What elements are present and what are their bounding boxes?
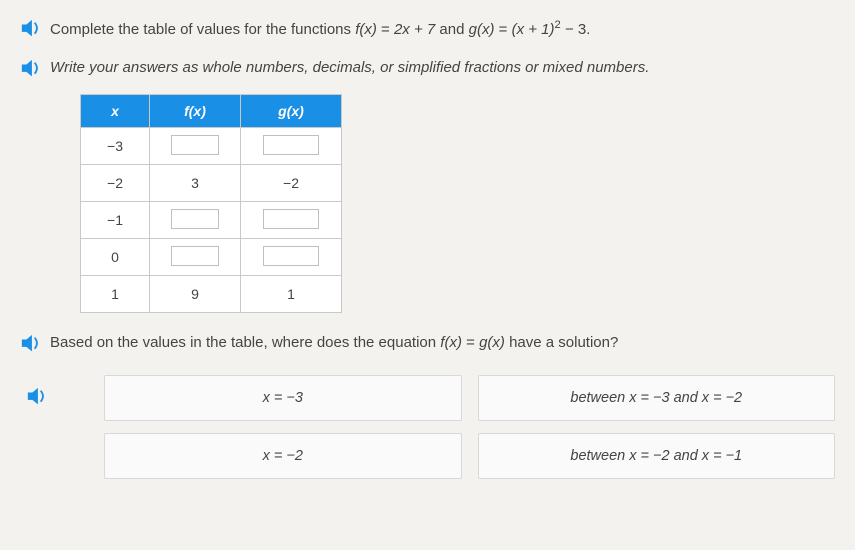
- prompt-3-text: Based on the values in the table, where …: [50, 331, 618, 355]
- prompt-1-row: Complete the table of values for the fun…: [20, 16, 835, 42]
- prompt-3-suffix: have a solution?: [509, 334, 618, 351]
- g-rhs-tail: − 3: [561, 21, 586, 38]
- fx-cell: [150, 128, 241, 165]
- table-row: 1 9 1: [81, 276, 342, 313]
- option-b-label: between x = −3 and x = −2: [570, 390, 742, 406]
- x-cell: −3: [81, 128, 150, 165]
- option-a-label: x = −3: [263, 390, 303, 406]
- f-lhs: f(x): [355, 21, 377, 38]
- table-row: −2 3 −2: [81, 165, 342, 202]
- options-grid: x = −3 between x = −3 and x = −2 x = −2 …: [104, 375, 835, 479]
- fx-input[interactable]: [171, 135, 219, 155]
- gx-cell: [241, 128, 342, 165]
- gx-input[interactable]: [263, 209, 319, 229]
- x-cell: 0: [81, 239, 150, 276]
- table-header-row: x f(x) g(x): [81, 95, 342, 128]
- values-table-wrap: x f(x) g(x) −3 −2 3 −2 −1 0: [80, 94, 835, 313]
- speaker-icon[interactable]: [20, 334, 42, 352]
- speaker-icon[interactable]: [20, 59, 42, 77]
- eq-right: g(x): [479, 334, 505, 351]
- g-rhs-base: (x + 1): [512, 21, 555, 38]
- prompt-2-content: Write your answers as whole numbers, dec…: [50, 59, 649, 76]
- fx-cell: 9: [150, 276, 241, 313]
- speaker-icon[interactable]: [20, 19, 42, 37]
- option-d[interactable]: between x = −2 and x = −1: [478, 433, 836, 479]
- prompt-1-text: Complete the table of values for the fun…: [50, 16, 590, 42]
- prompt-3-row: Based on the values in the table, where …: [20, 331, 835, 355]
- prompt-1-mid: and: [439, 21, 468, 38]
- option-c[interactable]: x = −2: [104, 433, 462, 479]
- gx-cell: −2: [241, 165, 342, 202]
- options-row: x = −3 between x = −3 and x = −2 x = −2 …: [20, 369, 835, 479]
- fx-cell: [150, 239, 241, 276]
- option-d-label: between x = −2 and x = −1: [570, 448, 742, 464]
- table-row: −1: [81, 202, 342, 239]
- fx-cell: [150, 202, 241, 239]
- fx-input[interactable]: [171, 246, 219, 266]
- values-table: x f(x) g(x) −3 −2 3 −2 −1 0: [80, 94, 342, 313]
- col-header-fx: f(x): [150, 95, 241, 128]
- options-grid-wrap: x = −3 between x = −3 and x = −2 x = −2 …: [60, 369, 835, 479]
- prompt-2-row: Write your answers as whole numbers, dec…: [20, 56, 835, 80]
- col-header-x: x: [81, 95, 150, 128]
- x-cell: −1: [81, 202, 150, 239]
- gx-cell: [241, 202, 342, 239]
- prompt-3-prefix: Based on the values in the table, where …: [50, 334, 440, 351]
- gx-input[interactable]: [263, 135, 319, 155]
- gx-cell: 1: [241, 276, 342, 313]
- gx-input[interactable]: [263, 246, 319, 266]
- table-row: −3: [81, 128, 342, 165]
- prompt-1-suffix: .: [586, 21, 590, 38]
- speaker-icon[interactable]: [26, 387, 48, 405]
- g-lhs: g(x): [469, 21, 495, 38]
- eq-mid: =: [462, 334, 479, 351]
- eq-left: f(x): [440, 334, 462, 351]
- col-header-gx: g(x): [241, 95, 342, 128]
- option-c-label: x = −2: [263, 448, 303, 464]
- fx-input[interactable]: [171, 209, 219, 229]
- x-cell: 1: [81, 276, 150, 313]
- option-b[interactable]: between x = −3 and x = −2: [478, 375, 836, 421]
- table-row: 0: [81, 239, 342, 276]
- prompt-1-prefix: Complete the table of values for the fun…: [50, 21, 355, 38]
- fx-cell: 3: [150, 165, 241, 202]
- f-rhs: 2x + 7: [394, 21, 435, 38]
- prompt-2-text: Write your answers as whole numbers, dec…: [50, 56, 649, 80]
- x-cell: −2: [81, 165, 150, 202]
- table-body: −3 −2 3 −2 −1 0 1 9 1: [81, 128, 342, 313]
- gx-cell: [241, 239, 342, 276]
- option-a[interactable]: x = −3: [104, 375, 462, 421]
